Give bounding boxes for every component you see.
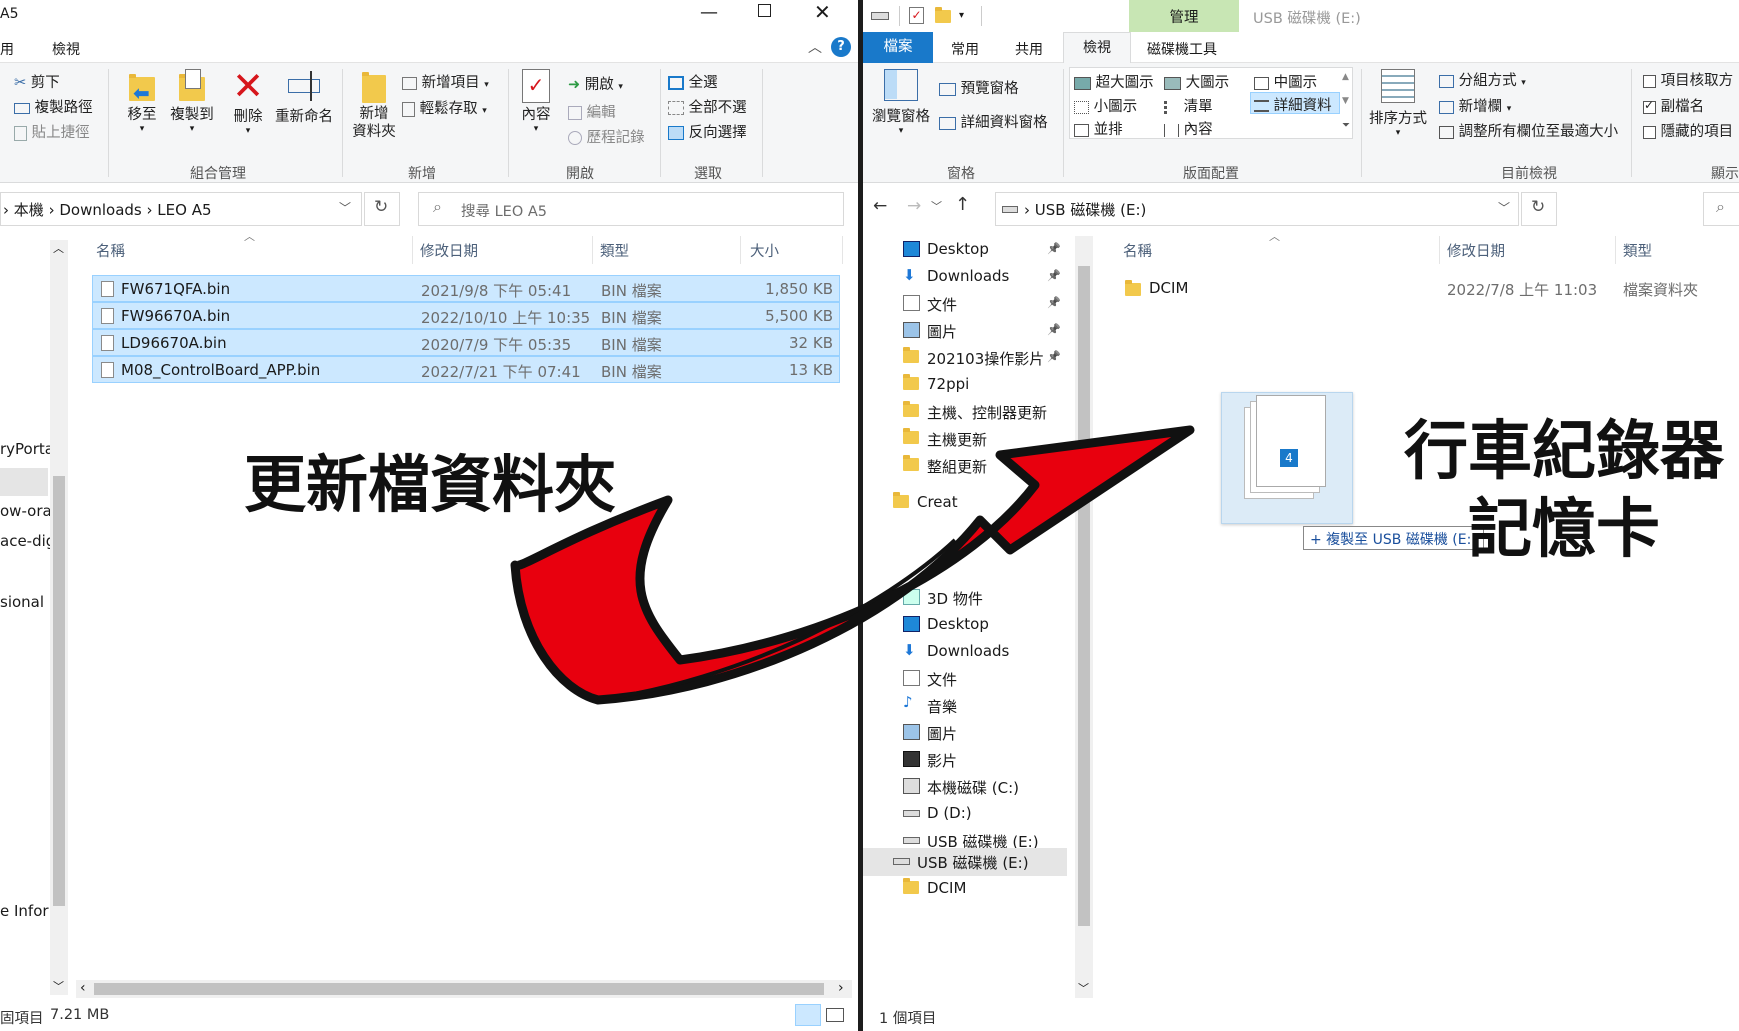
annotation-source-label: 更新檔資料夾 [244, 448, 617, 521]
annotation-target-label-line2: 記憶卡 [1468, 493, 1660, 567]
big-red-arrow [510, 425, 1195, 705]
